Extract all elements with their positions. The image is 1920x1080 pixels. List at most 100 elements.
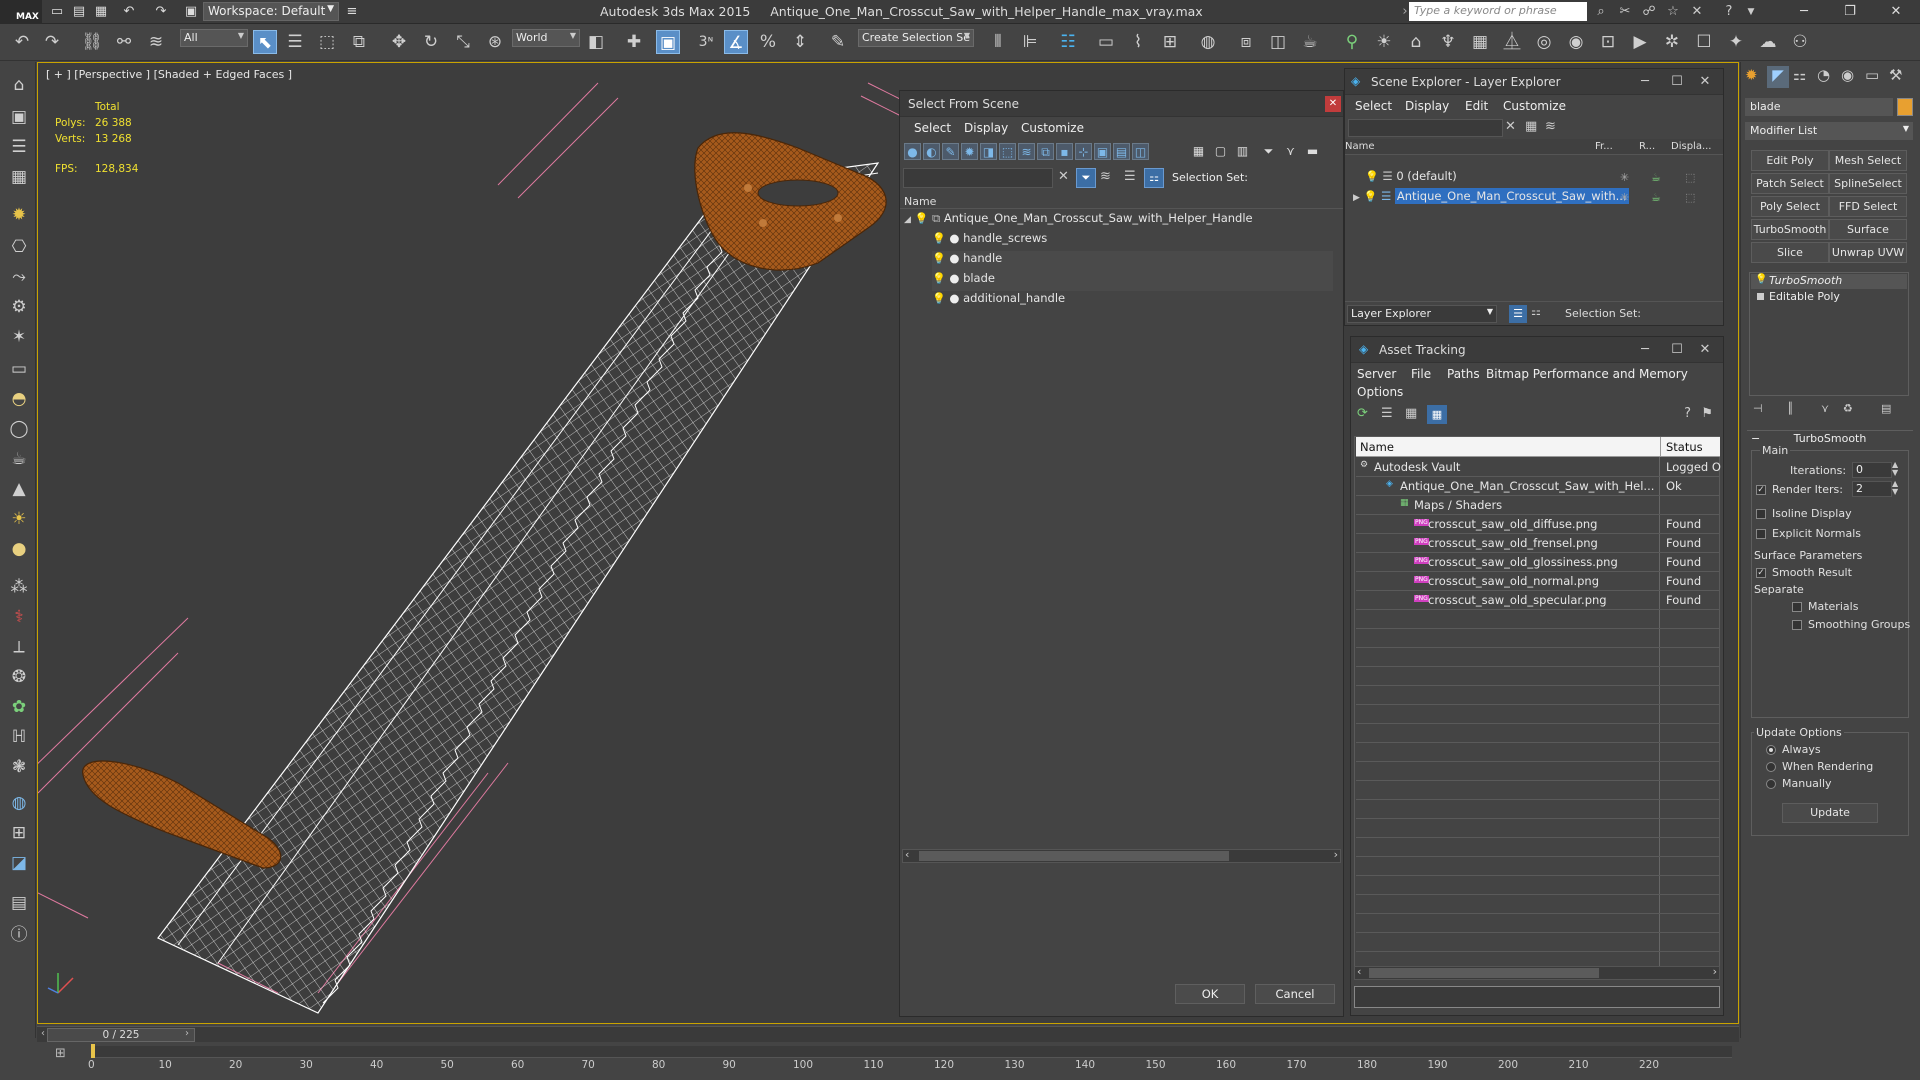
close-icon[interactable]: ✕ — [1693, 341, 1717, 359]
render-teapot-icon[interactable]: ☕ — [1651, 191, 1661, 204]
timeline-track[interactable]: ⊞ 0 10 20 30 40 50 60 70 80 90 100 110 120 130 140 150 1… — [37, 1042, 1739, 1080]
geosphere-icon[interactable]: ◯ — [5, 416, 33, 442]
scroll-left-icon[interactable]: ‹ — [905, 848, 909, 861]
help-dropdown-icon[interactable]: ▼ — [1742, 3, 1760, 21]
light-bulb-icon[interactable]: 💡 — [932, 232, 946, 245]
sync-selection-icon[interactable]: ≋ — [1100, 169, 1111, 184]
vray-toolbar-icon[interactable]: ✲ — [1660, 30, 1684, 54]
camera-icon[interactable]: ⎔ — [5, 234, 33, 260]
manually-radio[interactable] — [1766, 779, 1776, 789]
angle-snap-icon[interactable]: ∡ — [724, 30, 748, 54]
workspace-dropdown[interactable]: Workspace: Default ▼ — [203, 2, 339, 21]
workspace-options-icon[interactable]: ≡ — [343, 3, 361, 21]
named-selection-set-dropdown[interactable]: Create Selection Se ▼ — [858, 29, 974, 47]
hierarchy-tab-icon[interactable]: ⚏ — [1793, 66, 1806, 84]
asset-row[interactable] — [1356, 629, 1720, 648]
expand-box-icon[interactable] — [1757, 293, 1764, 300]
foliage-icon[interactable]: ✿ — [5, 694, 33, 720]
hierarchy-icon[interactable]: ⚏ — [1531, 305, 1541, 318]
explicit-normals-checkbox[interactable] — [1756, 529, 1766, 539]
edit-poly-button[interactable]: Edit Poly — [1751, 150, 1829, 171]
bone-icon[interactable]: ⟂ — [5, 634, 33, 660]
ffd-select-button[interactable]: FFD Select — [1829, 196, 1907, 217]
table-view-icon[interactable]: ▦ — [1427, 405, 1447, 424]
menu-edit[interactable]: Edit — [1465, 99, 1488, 113]
asset-row[interactable] — [1356, 876, 1720, 895]
asset-row[interactable] — [1356, 800, 1720, 819]
display-lights-icon[interactable]: ✹ — [961, 143, 978, 160]
rendered-frame-window-icon[interactable]: ◫ — [1266, 30, 1290, 54]
menu-bitmap-performance[interactable]: Bitmap Performance and Memory — [1486, 367, 1688, 381]
clear-search-icon[interactable]: ✕ — [1505, 119, 1516, 134]
display-groups-icon[interactable]: ⧉ — [1037, 143, 1054, 160]
display-xrefs-icon[interactable]: ▪ — [1056, 143, 1073, 160]
create-box-icon[interactable]: ▣ — [5, 104, 33, 130]
column-frozen[interactable]: Fr... — [1595, 141, 1613, 152]
tree-row-handle[interactable]: 💡 ● handle — [932, 251, 1333, 271]
communication-icon[interactable]: ☍ — [1640, 3, 1658, 21]
asset-row[interactable]: PNG crosscut_saw_old_glossiness.png Found — [1356, 553, 1720, 572]
scene-explorer-search-input[interactable] — [1348, 119, 1503, 137]
modifier-list-dropdown[interactable]: Modifier List ▼ — [1745, 122, 1913, 140]
sun-icon[interactable]: ☀ — [5, 506, 33, 532]
show-end-result-icon[interactable]: ║ — [1787, 402, 1794, 415]
expand-arrow-icon[interactable]: ▶ — [1353, 193, 1360, 203]
vray-frame-buffer-icon[interactable]: ▶ — [1628, 30, 1652, 54]
always-radio[interactable] — [1766, 745, 1776, 755]
asset-row[interactable] — [1356, 705, 1720, 724]
layer-explorer-icon[interactable]: ☷ — [1056, 30, 1080, 54]
make-unique-icon[interactable]: ⋎ — [1821, 402, 1829, 415]
asset-row[interactable] — [1356, 857, 1720, 876]
globe-icon[interactable]: ◍ — [5, 790, 33, 816]
tree-row-additional-handle[interactable]: 💡 ● additional_handle — [932, 291, 1065, 311]
light-bulb-icon[interactable]: 💡 — [932, 292, 946, 305]
select-and-scale-icon[interactable]: ⤡ — [451, 30, 475, 54]
vray-light-icon[interactable]: ⚲ — [1340, 30, 1364, 54]
vray-lister-icon[interactable]: ☁ — [1756, 30, 1780, 54]
help-search-input[interactable]: Type a keyword or phrase — [1409, 2, 1587, 21]
snaps-toggle-icon[interactable]: 3ᶰ — [694, 30, 718, 54]
scroll-right-icon[interactable]: › — [1713, 965, 1717, 978]
helper-icon[interactable]: ⤳ — [5, 264, 33, 290]
select-by-name-icon[interactable]: ☰ — [283, 30, 307, 54]
utilities-tab-icon[interactable]: ▭ — [1865, 66, 1879, 84]
asset-tracking-titlebar[interactable]: ◈ Asset Tracking ─ ☐ ✕ — [1351, 337, 1723, 363]
particle-icon[interactable]: ⁂ — [5, 574, 33, 600]
space-warp-icon[interactable]: ⚙ — [5, 294, 33, 320]
pin-stack-icon[interactable]: ⊣ — [1753, 402, 1763, 415]
render-production-icon[interactable]: ☕ — [1298, 30, 1322, 54]
hair-icon[interactable]: ⚕ — [5, 604, 33, 630]
asset-row[interactable] — [1356, 838, 1720, 857]
unwrap-uvw-button[interactable]: Unwrap UVW — [1829, 242, 1907, 263]
spinner-arrows-icon[interactable]: ▲ ▼ — [1892, 461, 1898, 477]
render-icon[interactable]: ⊞ — [5, 820, 33, 846]
render-iters-spinner[interactable]: 2 — [1852, 481, 1892, 497]
slice-button[interactable]: Slice — [1751, 242, 1829, 263]
vray-sun-icon[interactable]: ☀ — [1372, 30, 1396, 54]
pivot-point-center-icon[interactable]: ◧ — [584, 30, 608, 54]
scroll-right-icon[interactable]: › — [1334, 848, 1338, 861]
window-crossing-icon[interactable]: ⧉ — [347, 30, 371, 54]
help-circle-icon[interactable]: ⓘ — [5, 922, 33, 948]
select-and-place-icon[interactable]: ⊛ — [483, 30, 507, 54]
vray-bitmap-icon[interactable]: ✦ — [1724, 30, 1748, 54]
scrollbar-thumb[interactable] — [919, 851, 1229, 861]
close-icon[interactable]: ✕ — [1325, 96, 1341, 112]
systems-icon[interactable]: ✶ — [5, 324, 33, 350]
asset-row[interactable]: PNG crosscut_saw_old_normal.png Found — [1356, 572, 1720, 591]
tree-row-blade[interactable]: 💡 ● blade — [932, 271, 1333, 291]
menu-options[interactable]: Options — [1357, 385, 1403, 399]
save-file-icon[interactable]: ▦ — [92, 3, 110, 21]
vray-plane-icon[interactable]: ▦ — [1468, 30, 1492, 54]
asset-row[interactable] — [1356, 933, 1720, 952]
menu-server[interactable]: Server — [1357, 367, 1396, 381]
poly-select-button[interactable]: Poly Select — [1751, 196, 1829, 217]
favorites-star-icon[interactable]: ☆ — [1664, 3, 1682, 21]
vray-fur-icon[interactable]: ♆ — [1436, 30, 1460, 54]
freeze-snowflake-icon[interactable]: ✳ — [1620, 191, 1629, 204]
asset-row[interactable] — [1356, 914, 1720, 933]
timeline-ruler[interactable] — [92, 1046, 1732, 1058]
asset-row[interactable] — [1356, 819, 1720, 838]
asset-path-input[interactable] — [1354, 986, 1720, 1008]
cancel-button[interactable]: Cancel — [1255, 984, 1335, 1004]
